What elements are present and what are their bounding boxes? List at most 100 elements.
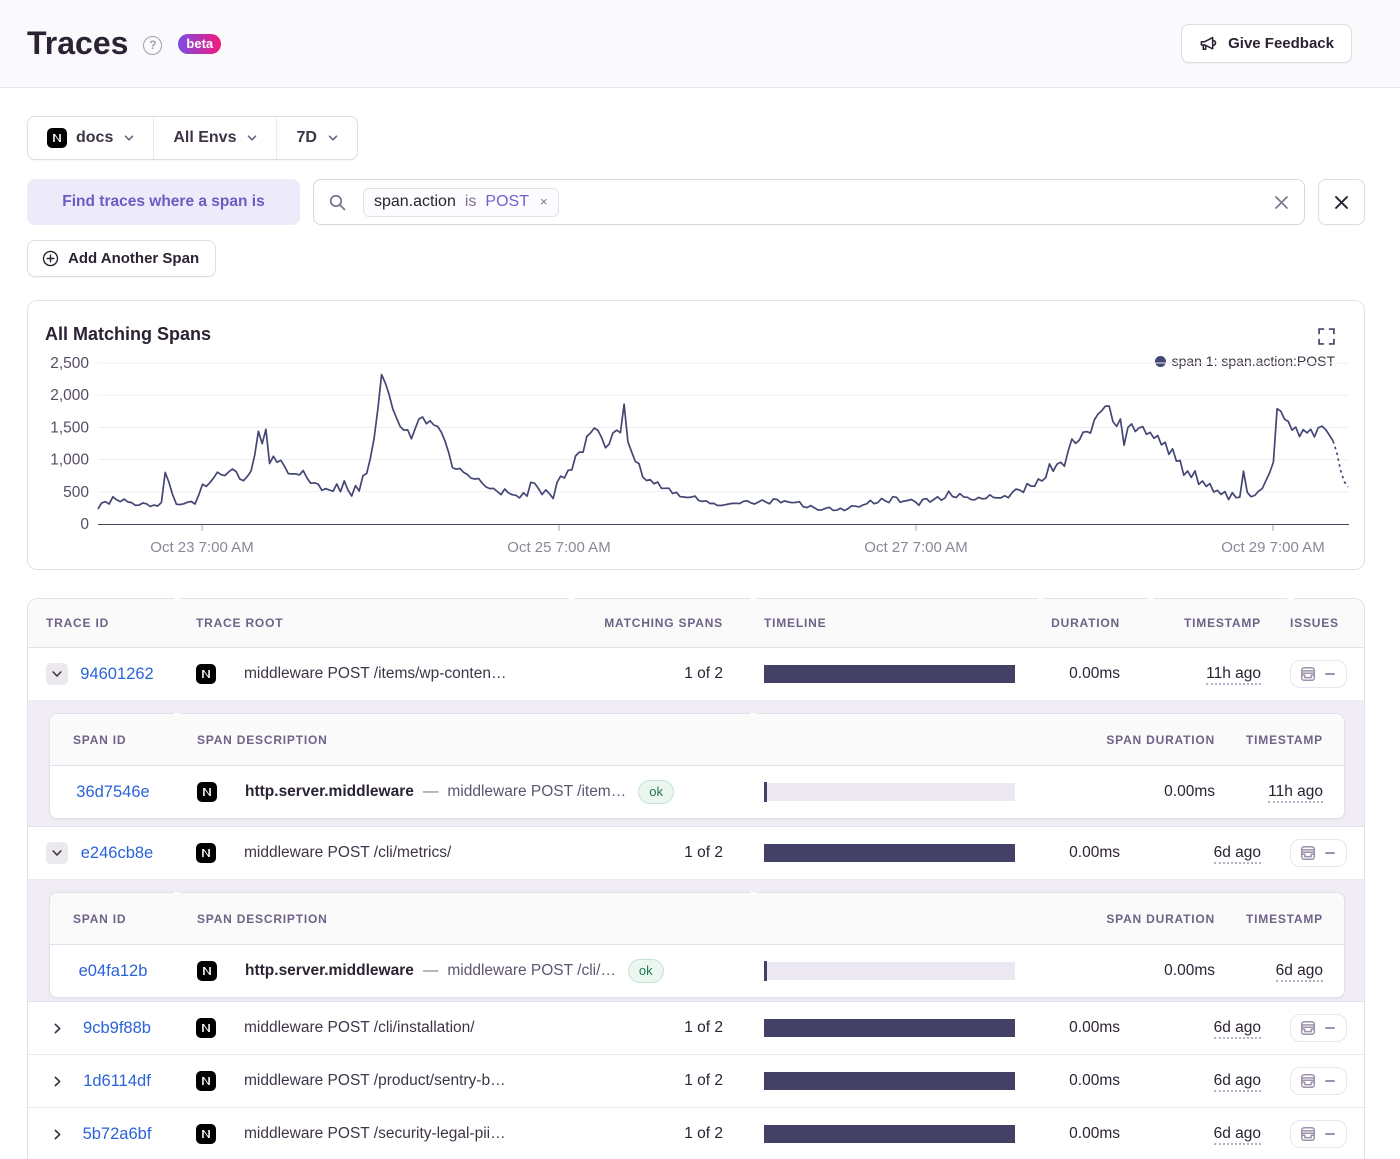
span-id-link[interactable]: 36d7546e: [68, 783, 158, 802]
col-span-timestamp[interactable]: Timestamp: [1231, 733, 1344, 747]
spans-sub-table-header: Span ID Span Description Span Duration T…: [50, 714, 1344, 766]
issues-dash-icon: [1325, 1080, 1335, 1083]
token-remove-icon[interactable]: ×: [540, 194, 548, 209]
trace-duration: 0.00ms: [1027, 665, 1136, 683]
span-timeline-bar[interactable]: [764, 962, 1015, 980]
issues-badge[interactable]: [1290, 839, 1347, 867]
column-resize-notch: [1035, 598, 1046, 603]
col-issues[interactable]: Issues: [1277, 616, 1364, 630]
matching-spans-count: 1 of 2: [561, 1125, 739, 1143]
trace-timestamp[interactable]: 6d ago: [1214, 1072, 1261, 1092]
collapse-trace-icon[interactable]: [46, 663, 68, 685]
spans-sub-table: Span ID Span Description Span Duration T…: [49, 892, 1345, 998]
svg-text:Oct 27 7:00 AM: Oct 27 7:00 AM: [864, 539, 967, 556]
date-range-selector[interactable]: 7D: [276, 117, 356, 159]
matching-spans-count: 1 of 2: [561, 665, 739, 683]
trace-timeline-bar[interactable]: [764, 665, 1015, 683]
issues-badge[interactable]: [1290, 1067, 1347, 1095]
nextjs-logo-icon: [196, 843, 216, 863]
col-span-timestamp[interactable]: Timestamp: [1231, 912, 1344, 926]
issues-dash-icon: [1325, 673, 1335, 676]
svg-text:2,000: 2,000: [50, 387, 89, 404]
nextjs-logo-icon: [196, 1071, 216, 1091]
column-resize-notch: [172, 598, 183, 603]
col-timestamp[interactable]: Timestamp: [1136, 616, 1277, 630]
col-span-duration[interactable]: Span Duration: [1027, 733, 1231, 747]
trace-timestamp[interactable]: 6d ago: [1214, 844, 1261, 864]
col-span-description[interactable]: Span Description: [185, 912, 739, 926]
trace-id-link[interactable]: 94601262: [72, 665, 162, 684]
project-selector[interactable]: docs: [28, 117, 153, 159]
col-span-duration[interactable]: Span Duration: [1027, 912, 1231, 926]
span-id-link[interactable]: e04fa12b: [68, 962, 158, 981]
trace-timeline-bar[interactable]: [764, 1072, 1015, 1090]
issues-badge[interactable]: [1290, 1120, 1347, 1148]
expand-trace-icon[interactable]: [46, 1123, 68, 1145]
trace-id-link[interactable]: 9cb9f88b: [72, 1019, 162, 1038]
expand-trace-icon[interactable]: [46, 1070, 68, 1092]
issues-icon: [1300, 1020, 1316, 1036]
col-span-id[interactable]: Span ID: [50, 733, 185, 747]
column-resize-notch: [566, 598, 577, 603]
svg-text:0: 0: [80, 516, 89, 533]
span-search-input[interactable]: span.action is POST ×: [313, 179, 1305, 225]
col-span-description[interactable]: Span Description: [185, 733, 739, 747]
column-resize-notch: [748, 598, 759, 603]
span-timeline-tick: [764, 782, 767, 802]
trace-root-text: middleware POST /product/sentry-b…: [244, 1072, 506, 1090]
svg-text:1,000: 1,000: [50, 452, 89, 469]
collapse-trace-icon[interactable]: [46, 842, 68, 864]
trace-timeline-bar[interactable]: [764, 1019, 1015, 1037]
trace-id-link[interactable]: 5b72a6bf: [72, 1125, 162, 1144]
sub-table-notch: [748, 892, 759, 897]
trace-row: 94601262 middleware POST /items/wp-conte…: [28, 648, 1364, 701]
col-matching-spans[interactable]: Matching Spans: [561, 616, 739, 630]
col-span-id[interactable]: Span ID: [50, 912, 185, 926]
span-timestamp[interactable]: 6d ago: [1276, 962, 1323, 982]
trace-timeline-bar[interactable]: [764, 844, 1015, 862]
traces-table: Trace ID Trace Root Matching Spans Timel…: [27, 598, 1365, 1159]
column-resize-notch: [1285, 598, 1296, 603]
span-timestamp[interactable]: 11h ago: [1268, 783, 1323, 803]
megaphone-icon: [1199, 34, 1218, 53]
page-header: Traces ? beta Give Feedback: [0, 0, 1400, 88]
trace-timeline-bar[interactable]: [764, 1125, 1015, 1143]
span-duration: 0.00ms: [1027, 962, 1231, 980]
remove-span-query-button[interactable]: [1318, 179, 1365, 225]
chevron-down-icon: [247, 133, 257, 143]
col-duration[interactable]: Duration: [1027, 616, 1136, 630]
col-trace-id[interactable]: Trace ID: [28, 616, 184, 630]
help-icon[interactable]: ?: [143, 36, 162, 55]
trace-id-link[interactable]: e246cb8e: [72, 844, 162, 863]
sub-table-notch: [748, 713, 759, 718]
trace-root-text: middleware POST /security-legal-pii…: [244, 1125, 506, 1143]
environment-selector[interactable]: All Envs: [153, 117, 276, 159]
environment-selector-value: All Envs: [173, 129, 236, 147]
nextjs-logo-icon: [47, 128, 67, 148]
issues-badge[interactable]: [1290, 660, 1347, 688]
span-timeline-bar[interactable]: [764, 783, 1015, 801]
spans-line-chart: 05001,0001,5002,0002,500Oct 23 7:00 AMOc…: [28, 301, 1364, 569]
trace-duration: 0.00ms: [1027, 844, 1136, 862]
trace-timestamp[interactable]: 6d ago: [1214, 1019, 1261, 1039]
chevron-down-icon: [124, 133, 134, 143]
give-feedback-button[interactable]: Give Feedback: [1181, 24, 1352, 63]
search-clear-icon[interactable]: [1273, 194, 1290, 211]
span-timeline-tick: [764, 961, 767, 981]
span-description-text: middleware POST /item…: [447, 783, 626, 801]
sub-table-notch: [171, 713, 182, 718]
col-timeline[interactable]: Timeline: [739, 616, 1027, 630]
add-another-span-button[interactable]: Add Another Span: [27, 240, 216, 277]
trace-timestamp[interactable]: 6d ago: [1214, 1125, 1261, 1145]
trace-id-link[interactable]: 1d6114df: [72, 1072, 162, 1091]
plus-circle-icon: [42, 250, 59, 267]
spans-sub-table-header: Span ID Span Description Span Duration T…: [50, 893, 1344, 945]
expand-trace-icon[interactable]: [46, 1017, 68, 1039]
find-traces-label: Find traces where a span is: [27, 179, 300, 225]
col-trace-root[interactable]: Trace Root: [184, 616, 561, 630]
svg-text:Oct 23 7:00 AM: Oct 23 7:00 AM: [150, 539, 253, 556]
matching-spans-count: 1 of 2: [561, 1019, 739, 1037]
search-filter-token[interactable]: span.action is POST ×: [363, 188, 559, 217]
trace-timestamp[interactable]: 11h ago: [1206, 665, 1261, 685]
issues-badge[interactable]: [1290, 1014, 1347, 1042]
